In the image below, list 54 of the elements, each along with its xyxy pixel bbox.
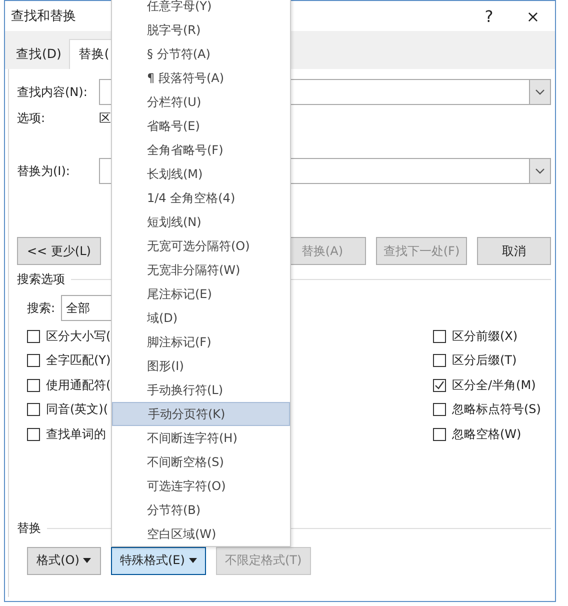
- checkbox[interactable]: [27, 378, 40, 392]
- menu-item[interactable]: 全角省略号(F): [112, 138, 290, 162]
- checkbox-label: 使用通配符(: [46, 376, 111, 394]
- menu-item[interactable]: 手动换行符(L): [112, 378, 290, 402]
- options-value: 区: [99, 110, 111, 126]
- menu-item[interactable]: 长划线(M): [112, 162, 290, 186]
- menu-item[interactable]: 分栏符(U): [112, 90, 290, 114]
- checkbox[interactable]: [433, 428, 446, 441]
- checkbox[interactable]: [433, 403, 446, 416]
- checkbox[interactable]: [433, 354, 446, 368]
- format-button[interactable]: 格式(O): [27, 546, 101, 574]
- checkbox-label: 全字匹配(Y): [46, 352, 111, 370]
- menu-item[interactable]: 任意字母(Y): [112, 0, 290, 18]
- menu-item[interactable]: 分节符(B): [112, 498, 290, 522]
- dialog-button[interactable]: 取消: [477, 237, 551, 265]
- help-button[interactable]: ?: [467, 1, 511, 31]
- menu-item[interactable]: 图形(I): [112, 354, 290, 378]
- close-button[interactable]: ×: [511, 1, 555, 31]
- dialog-button[interactable]: << 更少(L): [17, 237, 101, 265]
- section-title: 搜索选项: [17, 270, 65, 288]
- menu-item[interactable]: 可选连字符(O): [112, 474, 290, 498]
- checkbox-label: 区分全/半角(M): [452, 376, 536, 394]
- menu-item[interactable]: 1/4 全角空格(4): [112, 186, 290, 210]
- window-title: 查找和替换: [11, 8, 76, 25]
- menu-item[interactable]: ¶ 段落符号(A): [112, 66, 290, 90]
- find-label: 查找内容(N):: [17, 84, 88, 100]
- checkbox-label: 查找单词的: [46, 426, 106, 443]
- section-title: 替换: [17, 520, 41, 537]
- menu-item[interactable]: 空白区域(W): [112, 522, 290, 546]
- checkbox[interactable]: [27, 403, 40, 416]
- checkbox-label: 区分大小写(: [46, 328, 111, 345]
- menu-item[interactable]: 省略号(E): [112, 114, 290, 138]
- options-label: 选项:: [17, 110, 46, 126]
- checkbox-label: 忽略空格(W): [452, 426, 522, 443]
- checkbox[interactable]: [27, 354, 40, 368]
- checkbox-label: 忽略标点符号(S): [452, 401, 541, 418]
- menu-item[interactable]: 手动分页符(K): [112, 402, 290, 426]
- checkbox[interactable]: [27, 428, 40, 441]
- checkbox[interactable]: [433, 330, 446, 343]
- menu-item[interactable]: 不间断空格(S): [112, 450, 290, 474]
- replace-label: 替换为(I):: [17, 162, 71, 180]
- chevron-down-icon[interactable]: [529, 159, 550, 183]
- menu-item[interactable]: 脱字号(R): [112, 18, 290, 42]
- checkbox[interactable]: [433, 378, 446, 392]
- format-button[interactable]: 特殊格式(E): [111, 546, 206, 574]
- search-label: 搜索:: [27, 300, 56, 316]
- checkbox-label: 区分前缀(X): [452, 328, 518, 345]
- checkbox-label: 区分后缀(T): [452, 352, 517, 370]
- checkbox-label: 同音(英文)(: [46, 401, 108, 418]
- chevron-down-icon[interactable]: [529, 80, 550, 104]
- menu-item[interactable]: 脚注标记(F): [112, 330, 290, 354]
- menu-item[interactable]: 短划线(N): [112, 210, 290, 234]
- checkbox[interactable]: [27, 330, 40, 343]
- menu-item[interactable]: 不间断连字符(H): [112, 426, 290, 450]
